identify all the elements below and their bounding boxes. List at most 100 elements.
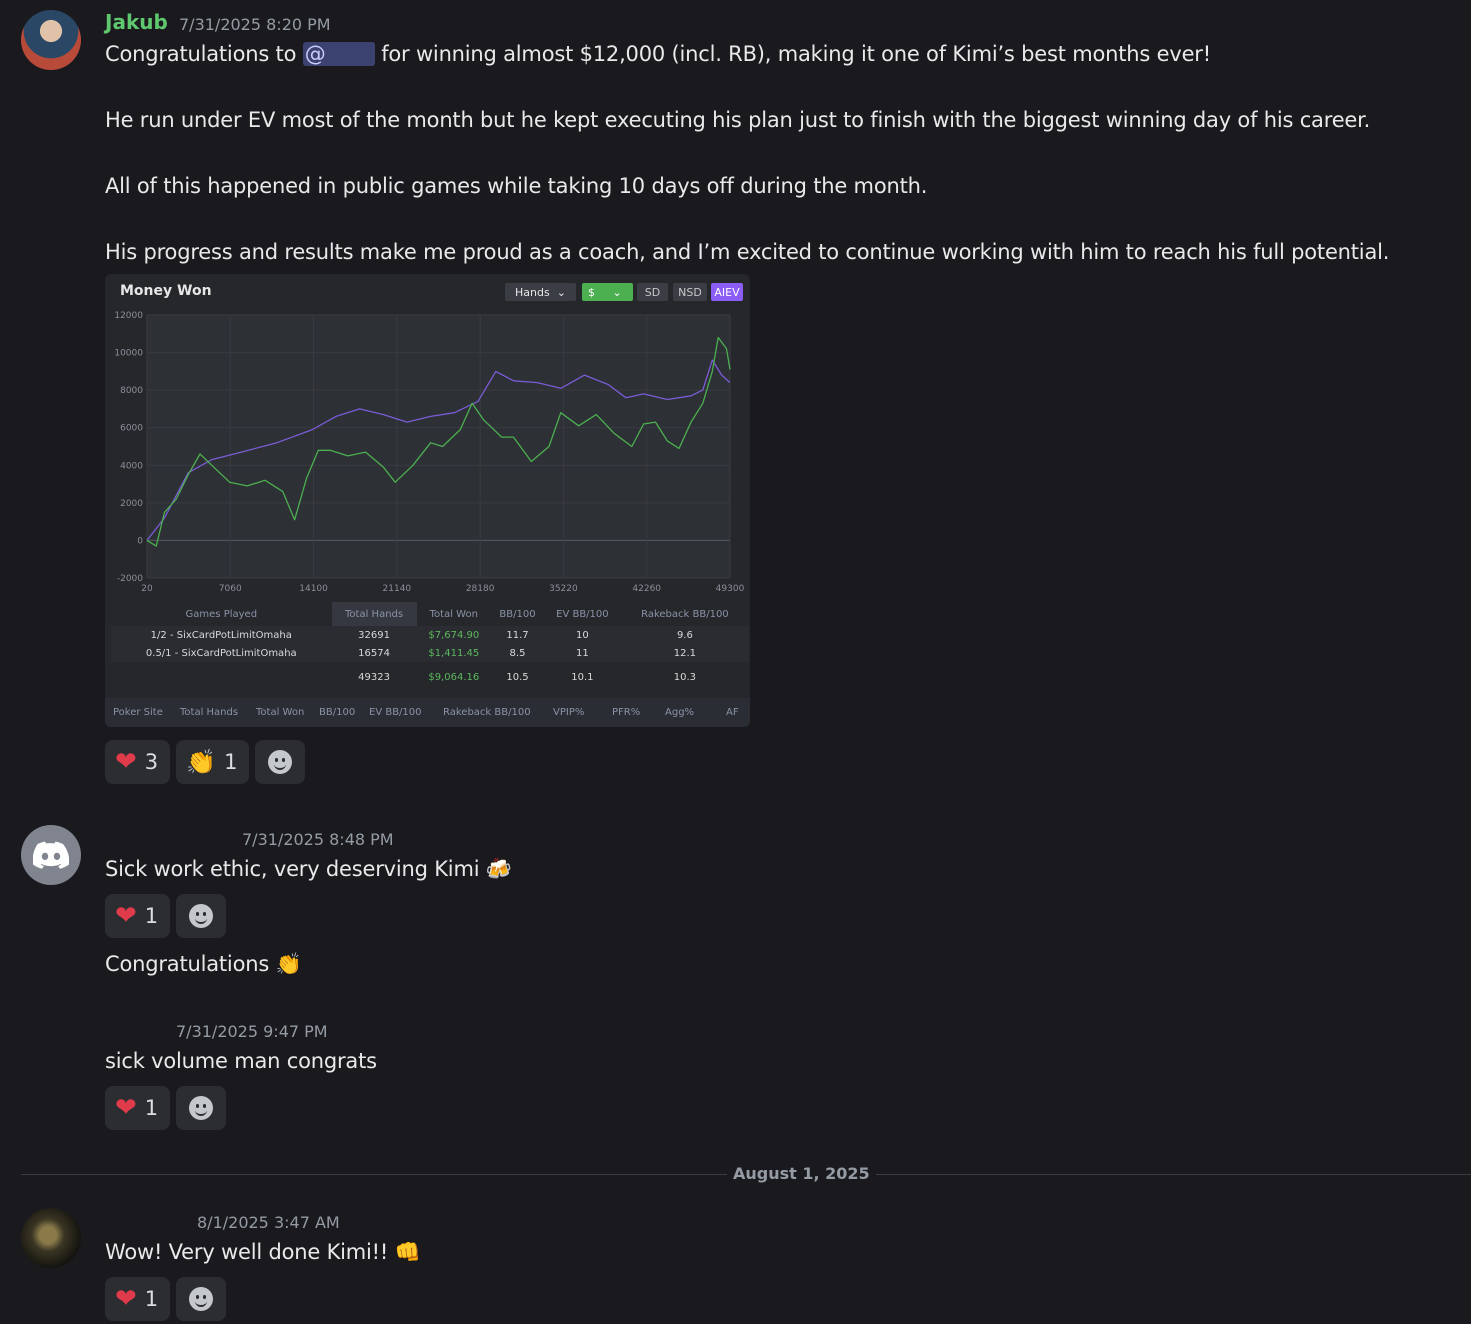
message-text: He run under EV most of the month but he… bbox=[105, 108, 1371, 132]
heart-icon: ❤ bbox=[115, 901, 137, 931]
table-header[interactable]: BB/100 bbox=[491, 602, 544, 626]
message-timestamp: 7/31/2025 8:20 PM bbox=[179, 15, 331, 34]
tab-rakeback-bb100[interactable]: Rakeback BB/100 bbox=[443, 707, 531, 718]
y-tick-label: -2000 bbox=[117, 574, 143, 584]
add-reaction-button[interactable] bbox=[176, 1086, 227, 1130]
clap-icon: 👏 bbox=[186, 748, 217, 776]
reaction-heart[interactable]: ❤ 1 bbox=[105, 894, 171, 938]
x-tick-label: 14100 bbox=[299, 584, 328, 594]
table-cell: 11 bbox=[576, 647, 589, 659]
table-row: 0.5/1 - SixCardPotLimitOmaha 16574 $1,41… bbox=[111, 644, 749, 662]
message-text: sick volume man congrats bbox=[105, 1049, 377, 1073]
table-cell: 12.1 bbox=[673, 647, 697, 659]
x-tick-label: 35220 bbox=[549, 584, 578, 594]
table-cell: 1/2 - SixCardPotLimitOmaha bbox=[150, 629, 292, 641]
reaction-count: 1 bbox=[144, 904, 159, 928]
table-total-row: 49323 $9,064.16 10.5 10.1 10.3 bbox=[111, 662, 749, 692]
table-header[interactable]: Total Hands bbox=[331, 602, 417, 626]
chevron-down-icon: ⌄ bbox=[556, 285, 566, 299]
table-row: 1/2 - SixCardPotLimitOmaha 32691 $7,674.… bbox=[111, 626, 749, 644]
tab-total-won[interactable]: Total Won bbox=[256, 707, 304, 718]
table-cell: 10.1 bbox=[571, 671, 594, 683]
aiev-toggle[interactable]: AIEV bbox=[711, 283, 743, 301]
tab-agg[interactable]: Agg% bbox=[665, 707, 694, 718]
table-header[interactable]: Games Played bbox=[111, 602, 332, 626]
x-tick-label: 28180 bbox=[466, 584, 495, 594]
x-tick-label: 20 bbox=[141, 584, 153, 594]
reaction-count: 1 bbox=[224, 750, 238, 774]
reaction-heart[interactable]: ❤ 3 bbox=[105, 740, 171, 784]
message-text-part: Congratulations bbox=[105, 952, 270, 976]
sd-toggle[interactable]: SD bbox=[637, 283, 668, 301]
x-tick-label: 21140 bbox=[383, 584, 412, 594]
fist-icon: 👊 bbox=[394, 1240, 421, 1264]
table-cell: $9,064.16 bbox=[428, 671, 480, 683]
reaction-heart[interactable]: ❤ 1 bbox=[105, 1086, 171, 1130]
tab-vpip[interactable]: VPIP% bbox=[553, 707, 584, 718]
tab-af[interactable]: AF bbox=[726, 707, 739, 718]
currency-label: $ bbox=[588, 285, 595, 299]
tab-pfr[interactable]: PFR% bbox=[612, 707, 640, 718]
reaction-bar: ❤ 3 👏 1 bbox=[105, 740, 306, 784]
table-header[interactable]: Rakeback BB/100 bbox=[621, 602, 749, 626]
chart-title: Money Won bbox=[120, 283, 212, 299]
table-cell: 16574 bbox=[358, 647, 390, 659]
table-header[interactable]: Total Won bbox=[417, 602, 491, 626]
heart-icon: ❤ bbox=[115, 1284, 137, 1314]
nsd-toggle[interactable]: NSD bbox=[673, 283, 707, 301]
plot-area bbox=[147, 315, 730, 578]
beer-mugs-icon: 🍻 bbox=[485, 857, 512, 881]
table-cell: $7,674.90 bbox=[428, 629, 480, 641]
hands-dropdown[interactable]: Hands ⌄ bbox=[505, 283, 576, 301]
currency-dropdown[interactable]: $ ⌄ bbox=[582, 283, 633, 301]
table-cell: 10.3 bbox=[673, 671, 697, 683]
avatar-user[interactable] bbox=[21, 1208, 81, 1268]
avatar-jakub[interactable] bbox=[21, 10, 81, 70]
table-cell: 10 bbox=[576, 629, 589, 641]
reaction-count: 1 bbox=[144, 1096, 159, 1120]
table-cell bbox=[111, 662, 332, 692]
table-header[interactable]: EV BB/100 bbox=[544, 602, 621, 626]
message-timestamp: 8/1/2025 3:47 AM bbox=[197, 1213, 340, 1232]
avatar-discord[interactable] bbox=[21, 825, 81, 885]
reaction-count: 1 bbox=[144, 1287, 159, 1311]
table-cell: 10.5 bbox=[506, 671, 529, 683]
table-cell: $1,411.45 bbox=[428, 647, 480, 659]
reaction-clap[interactable]: 👏 1 bbox=[176, 740, 250, 784]
chevron-down-icon: ⌄ bbox=[612, 285, 622, 299]
tab-bb100[interactable]: BB/100 bbox=[319, 707, 355, 718]
table-cell: 32691 bbox=[358, 629, 390, 641]
y-tick-label: 8000 bbox=[120, 386, 143, 396]
message-text-part: for winning almost $12,000 (incl. RB), m… bbox=[381, 42, 1211, 66]
add-reaction-button[interactable] bbox=[176, 894, 227, 938]
table-cell: 0.5/1 - SixCardPotLimitOmaha bbox=[145, 647, 297, 659]
message-text: His progress and results make me proud a… bbox=[105, 240, 1390, 264]
add-reaction-icon bbox=[189, 1096, 214, 1120]
y-tick-label: 10000 bbox=[114, 349, 143, 359]
add-reaction-icon bbox=[189, 904, 214, 928]
add-reaction-icon bbox=[189, 1287, 214, 1311]
image-attachment[interactable]: Money Won Hands ⌄ $ ⌄ SD NSD AIEV -2000 0… bbox=[105, 274, 750, 727]
tab-ev-bb100[interactable]: EV BB/100 bbox=[369, 707, 422, 718]
reaction-count: 3 bbox=[144, 750, 159, 774]
y-tick-label: 2000 bbox=[120, 499, 143, 509]
y-tick-label: 6000 bbox=[120, 424, 143, 434]
message-text: Wow! Very well done Kimi!! 👊 bbox=[105, 1240, 421, 1265]
reaction-bar: ❤ 1 bbox=[105, 1086, 227, 1130]
message-text: Congratulations to @ for winning almost … bbox=[105, 42, 1211, 66]
user-mention[interactable]: @ bbox=[302, 42, 375, 66]
money-won-chart: -2000 0 2000 4000 6000 8000 10000 12000 20 7060 14… bbox=[114, 311, 744, 594]
y-tick-label: 0 bbox=[137, 536, 143, 546]
author-name[interactable]: Jakub bbox=[105, 10, 168, 34]
add-reaction-button[interactable] bbox=[255, 740, 306, 784]
reaction-heart[interactable]: ❤ 1 bbox=[105, 1277, 171, 1321]
y-tick-label: 4000 bbox=[120, 461, 143, 471]
tab-poker-site[interactable]: Poker Site bbox=[113, 707, 163, 718]
tab-total-hands[interactable]: Total Hands bbox=[180, 707, 238, 718]
message-text: Sick work ethic, very deserving Kimi 🍻 bbox=[105, 857, 512, 882]
date-divider-label: August 1, 2025 bbox=[727, 1164, 876, 1183]
table-cell: 9.6 bbox=[676, 629, 693, 641]
table-cell: 49323 bbox=[358, 671, 390, 683]
message-text-part: Wow! Very well done Kimi!! bbox=[105, 1240, 389, 1264]
add-reaction-button[interactable] bbox=[176, 1277, 227, 1321]
